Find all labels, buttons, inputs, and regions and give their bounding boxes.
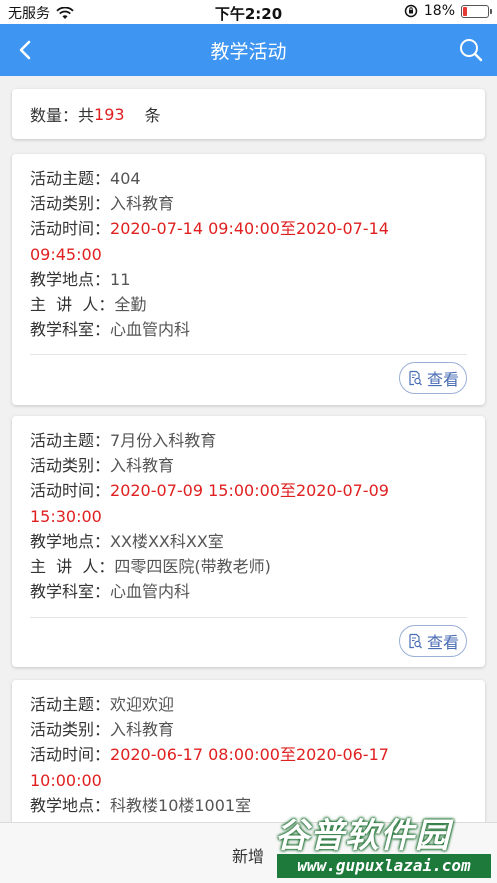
document-search-icon bbox=[409, 370, 422, 386]
view-button[interactable]: 查看 bbox=[399, 362, 467, 394]
watermark-logo: 谷普软件园 www.gupuxlazai.com bbox=[265, 806, 497, 883]
view-button-label: 查看 bbox=[426, 370, 459, 389]
activity-department: 教学科室：心血管内科 bbox=[30, 320, 191, 340]
activity-card[interactable]: 活动主题：404 活动类别：入科教育 活动时间：2020-07-14 09:40… bbox=[12, 154, 485, 405]
search-icon[interactable] bbox=[457, 36, 485, 64]
activity-category: 活动类别：入科教育 bbox=[30, 720, 175, 740]
status-left: 无服务 bbox=[8, 3, 74, 23]
activity-list[interactable]: 数量：共 193 条 活动主题：404 活动类别：入科教育 活动时间：2020-… bbox=[0, 76, 497, 822]
battery-level bbox=[463, 6, 467, 16]
wifi-icon bbox=[56, 6, 74, 19]
activity-time: 活动时间：2020-06-17 08:00:00至2020-06-17 10:00… bbox=[30, 745, 389, 790]
count-summary: 数量：共 193 条 bbox=[12, 89, 485, 139]
activity-location: 教学地点：11 bbox=[30, 269, 131, 289]
battery-percent: 18% bbox=[423, 3, 455, 19]
status-right: 18% bbox=[404, 3, 492, 19]
activity-card[interactable]: 活动主题：7月份入科教育 活动类别：入科教育 活动时间：2020-07-09 1… bbox=[12, 416, 485, 667]
back-arrow-icon[interactable] bbox=[12, 36, 40, 64]
activity-theme: 活动主题：404 bbox=[30, 169, 141, 188]
activity-department: 教学科室：心血管内科 bbox=[30, 582, 191, 602]
activity-speaker: 主 讲 人：全勤 bbox=[30, 295, 147, 315]
watermark-title: 谷普软件园 bbox=[275, 816, 450, 856]
activity-time: 活动时间：2020-07-14 09:40:00至2020-07-14 09:45… bbox=[30, 219, 389, 264]
carrier-text: 无服务 bbox=[8, 6, 50, 22]
document-search-icon bbox=[409, 633, 422, 649]
count-unit: 条 bbox=[144, 106, 161, 125]
activity-location: 教学地点：XX楼XX科XX室 bbox=[30, 531, 224, 551]
activity-speaker: 主 讲 人：四零四医院(带教老师) bbox=[30, 557, 271, 577]
orientation-lock-icon bbox=[404, 4, 418, 18]
watermark-url: www.gupuxlazai.com bbox=[277, 854, 491, 878]
view-button-label: 查看 bbox=[426, 633, 459, 652]
activity-theme: 活动主题：7月份入科教育 bbox=[30, 431, 217, 450]
activity-time: 活动时间：2020-07-09 15:00:00至2020-07-09 15:30… bbox=[30, 481, 389, 526]
activity-card[interactable]: 活动主题：欢迎欢迎 活动类别：入科教育 活动时间：2020-06-17 08:0… bbox=[12, 680, 485, 822]
activity-theme: 活动主题：欢迎欢迎 bbox=[30, 695, 175, 714]
card-divider bbox=[30, 354, 467, 355]
page-title: 教学活动 bbox=[210, 41, 287, 63]
card-divider bbox=[30, 617, 467, 618]
add-button[interactable]: 新增 bbox=[232, 843, 264, 867]
battery-icon bbox=[461, 4, 492, 18]
view-button[interactable]: 查看 bbox=[399, 625, 467, 657]
count-label: 数量：共 bbox=[30, 106, 95, 125]
activity-category: 活动类别：入科教育 bbox=[30, 194, 175, 214]
activity-category: 活动类别：入科教育 bbox=[30, 456, 175, 476]
nav-bar: 教学活动 bbox=[0, 24, 497, 76]
status-bar: 无服务 下午2:20 18% bbox=[0, 0, 497, 24]
count-value: 193 bbox=[94, 104, 125, 124]
